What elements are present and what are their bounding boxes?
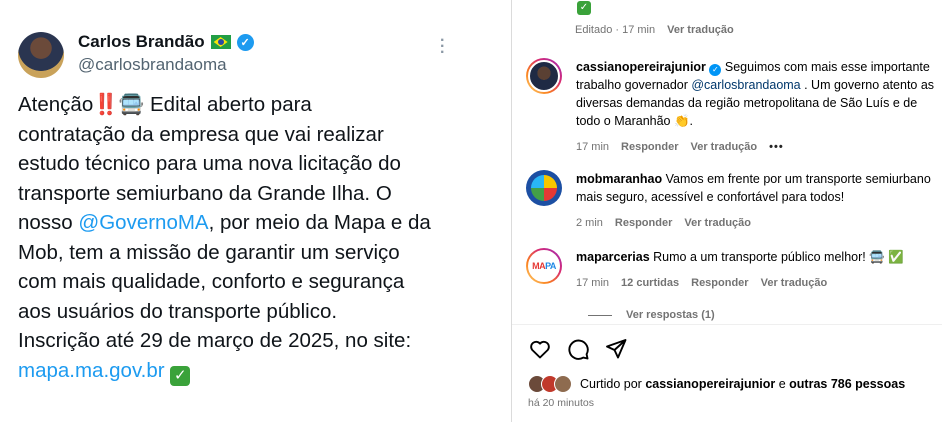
comment-item: mobmaranhao Vamos em frente por um trans… — [526, 170, 936, 232]
comment-username[interactable]: cassianopereirajunior — [576, 60, 706, 74]
comment-meta: 17 min 12 curtidas Responder Ver traduçã… — [576, 274, 936, 292]
comment-meta: 2 min Responder Ver tradução — [576, 214, 936, 232]
reply-button[interactable]: Responder — [621, 138, 678, 156]
replies-line — [588, 314, 612, 316]
reply-button[interactable]: Responder — [615, 214, 672, 232]
post-timestamp: há 20 minutos — [528, 397, 594, 409]
comments-panel: ✓ Editado · 17 min Ver tradução cassiano… — [511, 0, 942, 422]
tweet-mention-link: @GovernoMA — [78, 211, 209, 234]
comment-time: 17 min — [576, 277, 610, 289]
check-mark-icon: ✓ — [170, 365, 191, 386]
comment-likes[interactable]: 12 curtidas — [621, 274, 679, 292]
see-translation-link[interactable]: Ver tradução — [667, 24, 734, 36]
more-options-icon: · · · — [440, 32, 446, 61]
comment-meta: 17 min Responder Ver tradução ••• — [576, 138, 936, 156]
divider — [512, 324, 942, 325]
tweet-header: Carlos Brandão ✓ @carlosbrandaoma — [18, 32, 254, 78]
view-replies-button[interactable]: Ver respostas (1) — [588, 309, 715, 321]
comment-username[interactable]: mobmaranhao — [576, 172, 662, 186]
comment-item: cassianopereirajunior ✓ Seguimos com mai… — [526, 58, 936, 156]
comment-username[interactable]: maparcerias — [576, 250, 650, 264]
share-icon[interactable] — [604, 337, 628, 361]
commenter-avatar[interactable] — [526, 58, 562, 94]
see-translation-link[interactable]: Ver tradução — [761, 274, 828, 292]
tweet-text: Atenção‼️🚍 Edital aberto para contrataçã… — [18, 90, 498, 386]
tweet-author-avatar — [18, 32, 64, 78]
avatar — [554, 375, 572, 393]
commenter-avatar[interactable] — [526, 170, 562, 206]
tweet-site-link: mapa.ma.gov.br — [18, 358, 165, 382]
liked-by: Curtido por cassianopereirajunior e outr… — [528, 375, 905, 393]
double-exclamation-icon: ‼️ — [93, 93, 119, 116]
post-actions — [528, 337, 628, 361]
tweet-image: Carlos Brandão ✓ @carlosbrandaoma · · · At… — [0, 0, 510, 422]
reply-button[interactable]: Responder — [691, 274, 748, 292]
brazil-flag-icon — [210, 35, 231, 49]
comment-text: Rumo a um transporte público melhor! 🚍 ✅ — [649, 250, 904, 264]
tweet-author-name: Carlos Brandão — [78, 32, 205, 51]
see-translation-link[interactable]: Ver tradução — [684, 214, 751, 232]
see-translation-link[interactable]: Ver tradução — [691, 138, 758, 156]
more-options-icon[interactable]: ••• — [769, 138, 784, 156]
liker-avatars — [528, 375, 574, 393]
verified-badge-icon: ✓ — [709, 64, 722, 76]
heart-icon[interactable] — [528, 337, 552, 361]
liked-by-user[interactable]: cassianopereirajunior — [645, 377, 775, 391]
comment-item: MAPA maparcerias Rumo a um transporte pú… — [526, 248, 936, 292]
commenter-avatar[interactable]: MAPA — [526, 248, 562, 284]
comment-icon[interactable] — [566, 337, 590, 361]
check-mark-icon: ✓ — [577, 1, 591, 15]
liked-by-others[interactable]: outras 786 pessoas — [789, 377, 905, 391]
caption-meta: Editado · 17 min Ver tradução — [575, 24, 734, 36]
tweet-author-handle: @carlosbrandaoma — [78, 55, 227, 74]
bus-icon: 🚍 — [118, 93, 145, 116]
comment-time: 2 min — [576, 217, 603, 229]
edited-timestamp: Editado · 17 min — [575, 24, 656, 36]
comment-time: 17 min — [576, 141, 610, 153]
verified-badge-icon: ✓ — [236, 33, 254, 51]
comment-mention[interactable]: @carlosbrandaoma — [691, 78, 800, 92]
tweet-author-info: Carlos Brandão ✓ @carlosbrandaoma — [78, 32, 254, 75]
